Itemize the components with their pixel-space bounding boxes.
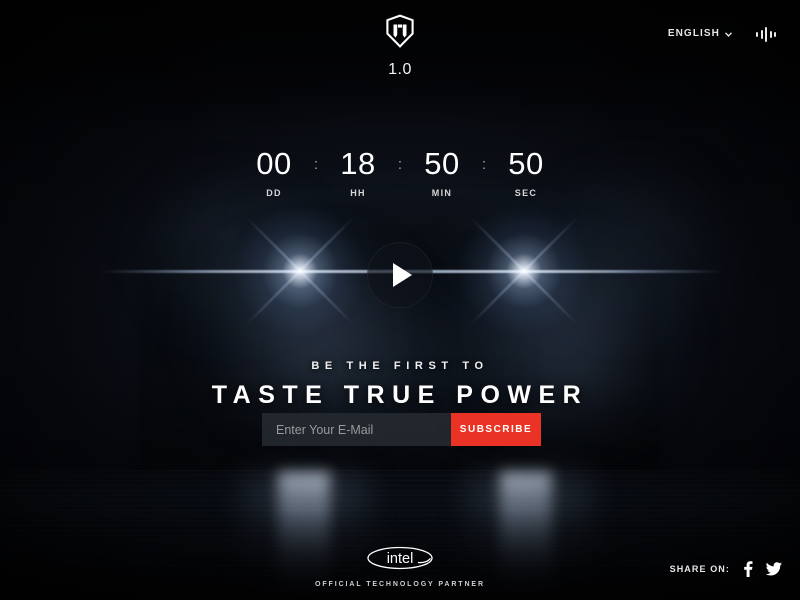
email-input[interactable] [262, 413, 451, 446]
partner-text: OFFICIAL TECHNOLOGY PARTNER [315, 581, 485, 588]
twitter-icon[interactable] [766, 562, 782, 576]
countdown-separator: : [397, 156, 403, 173]
countdown-separator: : [313, 156, 319, 173]
countdown-label: SEC [514, 188, 538, 198]
site-header: 1.0 ENGLISH [0, 0, 800, 78]
subscribe-button[interactable]: SUBSCRIBE [451, 413, 541, 446]
countdown-value: 50 [424, 146, 460, 181]
headline-block: BE THE FIRST TO TASTE TRUE POWER [0, 360, 800, 410]
page-content: 1.0 ENGLISH 00 DD : 18 HH : 50 MIN: 50 … [0, 0, 800, 600]
headline-title: TASTE TRUE POWER [211, 381, 589, 409]
countdown-unit-seconds: 50 SEC [488, 148, 564, 198]
language-selector[interactable]: ENGLISH [667, 28, 733, 39]
sound-equalizer-icon[interactable] [756, 26, 782, 42]
countdown-unit-minutes: 50 MIN [404, 148, 480, 198]
countdown-label: DD [266, 188, 282, 198]
countdown-unit-days: 00 DD [236, 148, 312, 198]
headline-kicker: BE THE FIRST TO [311, 360, 489, 372]
play-icon [393, 263, 412, 287]
svg-text:intel: intel [387, 551, 414, 567]
countdown-separator: : [481, 156, 487, 173]
language-label: ENGLISH [667, 28, 720, 39]
countdown-value: 50 [508, 146, 544, 181]
countdown-label: HH [350, 188, 366, 198]
share-label: SHARE ON: [669, 564, 730, 574]
countdown-value: 18 [340, 146, 376, 181]
version-label: 1.0 [388, 61, 412, 78]
chevron-down-icon [724, 30, 733, 38]
brand-block: 1.0 [0, 14, 800, 79]
countdown-unit-hours: 18 HH [320, 148, 396, 198]
wot-shield-icon[interactable] [385, 14, 415, 48]
countdown-value: 00 [256, 146, 292, 181]
subscribe-form: SUBSCRIBE [262, 413, 541, 446]
video-play-button[interactable] [367, 242, 433, 308]
facebook-icon[interactable] [742, 561, 754, 577]
countdown-timer: 00 DD : 18 HH : 50 MIN : 50 SEC [0, 148, 800, 198]
countdown-label: MIN [431, 188, 453, 198]
intel-logo[interactable]: intel [366, 546, 434, 575]
share-block: SHARE ON: [670, 561, 782, 577]
